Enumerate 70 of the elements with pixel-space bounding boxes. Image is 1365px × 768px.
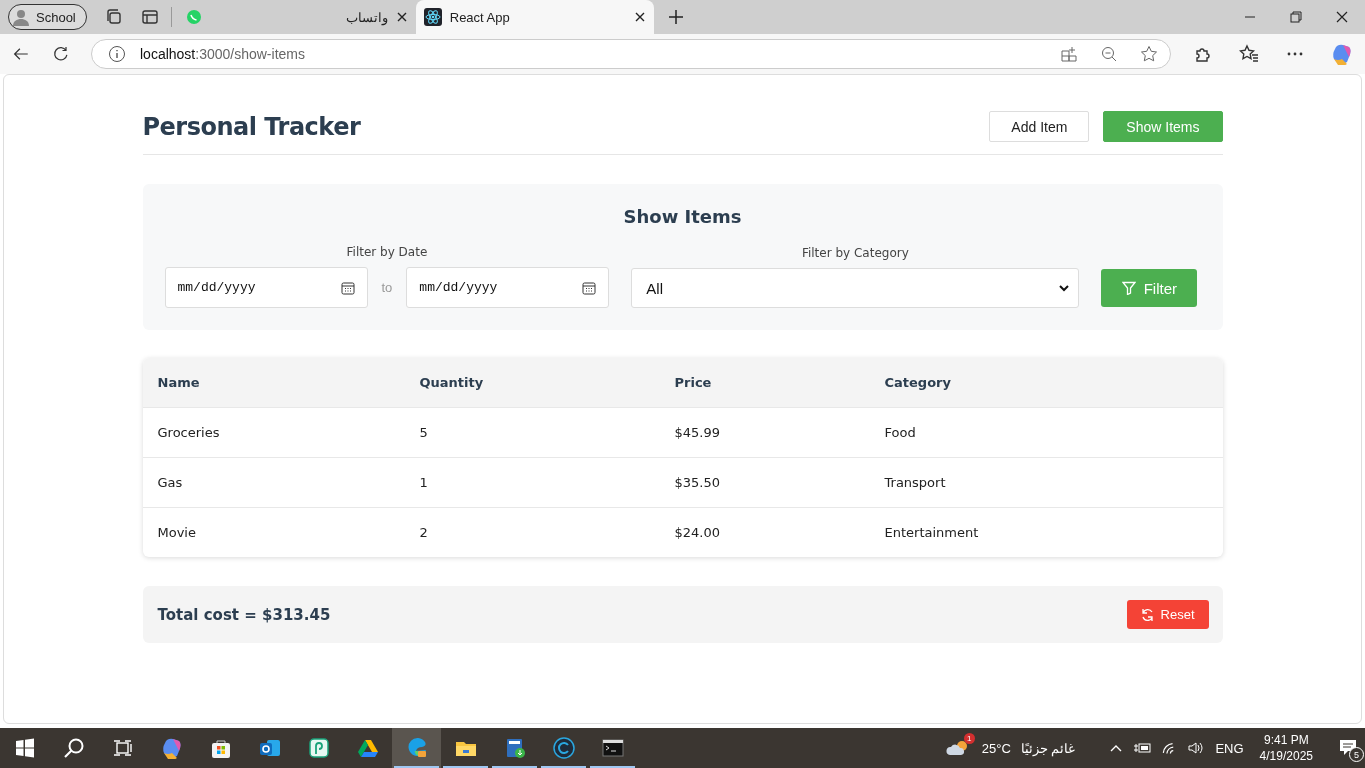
copilot-icon (160, 737, 183, 759)
notification-badge: 1 (963, 733, 975, 744)
column-header: Category (883, 375, 952, 390)
mail-icon (258, 737, 281, 759)
field-label: Filter by Category (801, 246, 909, 260)
address-bar[interactable]: localhost:3000/show-items (91, 39, 1171, 69)
triangle-icon (356, 737, 379, 759)
browser-tab[interactable]: React App (415, 0, 654, 34)
table-cell-text: Groceries (156, 425, 221, 440)
notification-count: 5 (1349, 747, 1364, 762)
table-cell-text: Gas (156, 475, 184, 490)
terminal-icon (601, 737, 624, 759)
refresh-icon[interactable] (51, 44, 69, 64)
column-header: Name (156, 375, 201, 390)
favorites-icon[interactable] (1239, 44, 1259, 64)
table-cell-text: 1 (418, 475, 429, 490)
table-cell-text: Food (883, 425, 917, 440)
total-cost: Total cost = $313.45 (157, 605, 331, 624)
calendar-icon[interactable] (340, 280, 355, 295)
info-icon (108, 45, 126, 63)
windows-start-icon[interactable] (14, 738, 35, 758)
funnel-icon (1121, 281, 1136, 295)
close-icon[interactable] (633, 11, 646, 23)
page-title: Personal Tracker (142, 112, 361, 141)
task-view-icon[interactable] (112, 738, 133, 758)
star-icon[interactable] (1140, 45, 1158, 63)
chevron-down-icon (1058, 282, 1071, 294)
language-indicator[interactable]: ENG (1215, 740, 1244, 756)
nav-button[interactable]: Add Item (989, 111, 1090, 142)
column-header: Price (673, 375, 713, 390)
browser-tab[interactable]: واتساب (177, 0, 416, 34)
calendar-icon[interactable] (582, 280, 597, 295)
atom-icon (423, 8, 442, 26)
category-dropdown[interactable]: All (631, 268, 1080, 308)
stacked-tabs-icon[interactable] (104, 8, 123, 26)
c-logo-icon (552, 737, 575, 759)
weather-condition: غائم جزئيًا (1020, 740, 1076, 756)
table-cell-text: 5 (418, 425, 429, 440)
copilot-icon[interactable] (1331, 43, 1353, 65)
app-grid-icon[interactable] (1060, 45, 1078, 63)
table-cell-text: $35.50 (673, 475, 721, 490)
profile-button[interactable]: School (8, 4, 87, 30)
search-icon[interactable] (62, 737, 85, 759)
table-cell-text: $45.99 (673, 425, 721, 440)
temperature: 25°C (981, 740, 1011, 756)
close-icon[interactable] (1336, 11, 1348, 23)
refresh-icon (1140, 608, 1154, 621)
speaker-icon[interactable] (1187, 740, 1206, 756)
section-heading: Show Items (622, 206, 743, 227)
chat-bubble-icon (185, 9, 202, 25)
date-field[interactable]: mm/dd/yyyy (406, 267, 610, 308)
table-cell-text: 2 (418, 525, 429, 540)
close-icon[interactable] (395, 11, 408, 23)
table-cell-text: Entertainment (883, 525, 980, 540)
tab-sidebar-icon[interactable] (140, 8, 159, 26)
field-label: Filter by Date (346, 245, 428, 259)
zoom-out-icon[interactable] (1100, 45, 1118, 63)
column-header: Quantity (418, 375, 485, 390)
clock[interactable]: 9:41 PM 4/19/2025 (1259, 732, 1313, 764)
reset-button[interactable]: Reset (1126, 600, 1209, 629)
table-cell-text: Transport (883, 475, 947, 490)
separator-text: to (381, 280, 393, 295)
date-field[interactable]: mm/dd/yyyy (164, 267, 368, 308)
table-cell-text: Movie (156, 525, 197, 540)
shopping-bag-icon (209, 737, 232, 759)
battery-plug-icon[interactable] (1133, 741, 1152, 755)
person-icon (12, 8, 30, 26)
plus-icon[interactable] (667, 9, 684, 25)
table-cell-text: $24.00 (673, 525, 721, 540)
restore-icon[interactable] (1290, 11, 1302, 23)
